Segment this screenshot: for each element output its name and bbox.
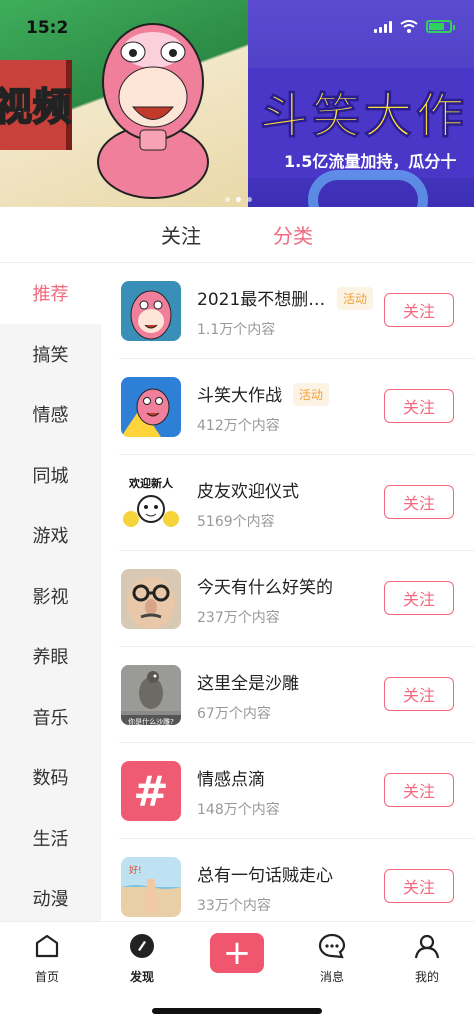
sidebar-item-recommend[interactable]: 推荐 (0, 263, 101, 324)
wifi-icon (400, 20, 418, 33)
list-item[interactable]: 欢迎新人 皮友欢迎仪式 5169个内容 关注 (119, 455, 474, 551)
svg-text:好!: 好! (129, 864, 142, 876)
topic-title: 今天有什么好笑的 (197, 578, 333, 598)
carousel-dot (247, 197, 252, 202)
topic-thumbnail (121, 281, 181, 341)
topic-title: 皮友欢迎仪式 (197, 482, 299, 502)
sidebar-item-life[interactable]: 生活 (0, 808, 101, 869)
category-sidebar: 推荐 搞笑 情感 同城 游戏 影视 养眼 音乐 数码 生活 动漫 (0, 263, 101, 921)
list-item[interactable]: 2021最不想删… 活动 1.1万个内容 关注 (119, 263, 474, 359)
carousel-dot-active (236, 197, 241, 202)
sidebar-item-funny[interactable]: 搞笑 (0, 324, 101, 385)
pink-mascot-illustration (97, 23, 209, 199)
signal-icon (374, 20, 392, 33)
thumb-caption: 欢迎新人 (129, 477, 173, 490)
home-icon (35, 934, 59, 958)
thumb-caption: 你是什么沙雕? (121, 715, 181, 725)
topic-thumbnail (121, 569, 181, 629)
topic-title: 这里全是沙雕 (197, 674, 299, 694)
nav-discover[interactable]: 发现 (107, 932, 177, 985)
topic-title: 2021最不想删… (197, 290, 326, 310)
banner-left-text: 视频 (0, 84, 73, 130)
topic-thumbnail: 你是什么沙雕? (121, 665, 181, 725)
status-icons (374, 20, 455, 33)
tab-follow[interactable]: 关注 (161, 220, 201, 249)
battery-icon (426, 20, 455, 33)
compass-icon (130, 934, 154, 958)
topic-count: 33万个内容 (197, 898, 271, 914)
sidebar-item-music[interactable]: 音乐 (0, 687, 101, 748)
topic-thumbnail (121, 377, 181, 437)
topic-count: 412万个内容 (197, 418, 280, 434)
carousel-dots (225, 197, 252, 202)
list-item[interactable]: 斗笑大作战 活动 412万个内容 关注 (119, 359, 474, 455)
sidebar-item-anime[interactable]: 动漫 (0, 868, 101, 929)
topic-count: 5169个内容 (197, 514, 275, 530)
sidebar-item-games[interactable]: 游戏 (0, 505, 101, 566)
topic-title: 斗笑大作战 (197, 386, 282, 406)
hash-glyph: # (133, 766, 169, 816)
follow-button[interactable]: 关注 (384, 581, 454, 615)
nav-messages[interactable]: 消息 (297, 932, 367, 985)
follow-button[interactable]: 关注 (384, 485, 454, 519)
user-icon (414, 934, 440, 959)
list-item[interactable]: 今天有什么好笑的 237万个内容 关注 (119, 551, 474, 647)
nav-profile[interactable]: 我的 (392, 932, 462, 985)
follow-button[interactable]: 关注 (384, 677, 454, 711)
banner-wave-decor (308, 170, 428, 207)
nav-profile-label: 我的 (414, 970, 439, 984)
sidebar-item-emotion[interactable]: 情感 (0, 384, 101, 445)
follow-button[interactable]: 关注 (384, 293, 454, 327)
carousel-dot (225, 197, 230, 202)
banner-right-title: 斗笑大作 (259, 88, 469, 145)
top-tabs: 关注 分类 (0, 207, 474, 263)
sidebar-item-digital[interactable]: 数码 (0, 747, 101, 808)
sidebar-item-eye-candy[interactable]: 养眼 (0, 626, 101, 687)
topic-count: 148万个内容 (197, 802, 280, 818)
nav-messages-label: 消息 (319, 970, 344, 984)
sidebar-item-film[interactable]: 影视 (0, 566, 101, 627)
home-indicator (152, 1008, 322, 1014)
follow-button[interactable]: 关注 (384, 869, 454, 903)
nav-home-label: 首页 (34, 970, 59, 984)
hash-icon: # (121, 761, 181, 821)
topic-thumbnail: 欢迎新人 (121, 473, 181, 533)
topic-count: 67万个内容 (197, 706, 271, 722)
event-badge: 活动 (293, 383, 330, 406)
nav-discover-label: 发现 (129, 970, 154, 984)
status-time: 15:2 (26, 18, 69, 38)
topic-title: 总有一句话贼走心 (197, 866, 333, 886)
topic-title: 情感点滴 (197, 770, 265, 790)
sidebar-item-local[interactable]: 同城 (0, 445, 101, 506)
topic-count: 1.1万个内容 (197, 322, 276, 338)
list-item[interactable]: 好! 总有一句话贼走心 33万个内容 关注 (119, 839, 474, 921)
tab-category[interactable]: 分类 (273, 220, 313, 249)
plus-icon: + (222, 933, 252, 973)
follow-button[interactable]: 关注 (384, 773, 454, 807)
list-item[interactable]: 你是什么沙雕? 这里全是沙雕 67万个内容 关注 (119, 647, 474, 743)
banner-right-subtitle: 1.5亿流量加持，瓜分十 (284, 152, 457, 171)
topic-thumbnail: 好! (121, 857, 181, 917)
topic-list: 2021最不想删… 活动 1.1万个内容 关注 斗笑大作战 活动 412万个内容… (101, 263, 474, 921)
publish-button[interactable]: + (210, 933, 264, 973)
list-item[interactable]: # 情感点滴 148万个内容 关注 (119, 743, 474, 839)
topic-count: 237万个内容 (197, 610, 280, 626)
chat-icon (318, 933, 346, 959)
follow-button[interactable]: 关注 (384, 389, 454, 423)
event-badge: 活动 (337, 287, 374, 310)
nav-home[interactable]: 首页 (12, 932, 82, 985)
